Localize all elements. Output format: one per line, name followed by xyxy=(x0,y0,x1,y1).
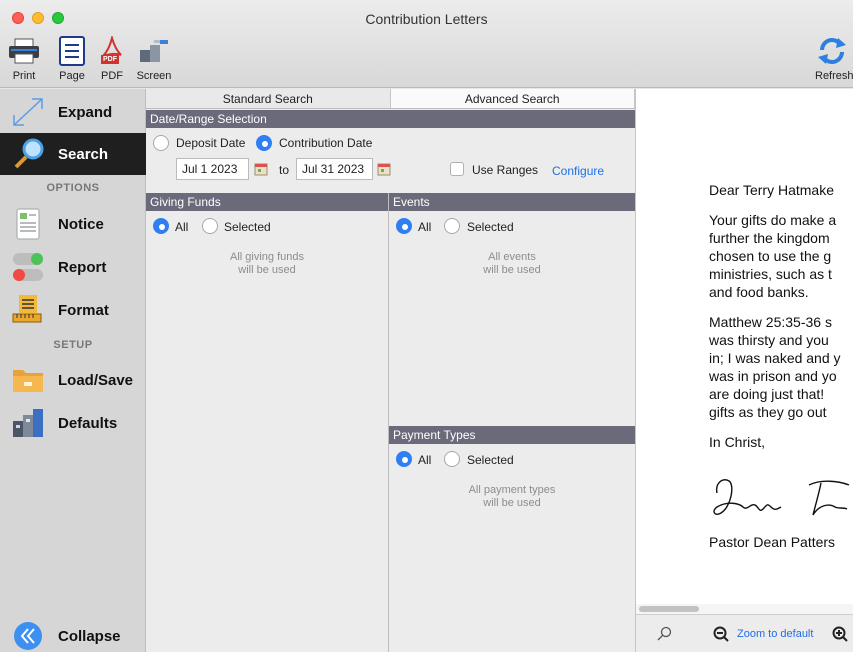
deposit-date-radio[interactable] xyxy=(153,135,169,151)
letter-body: Dear Terry Hatmake Your gifts do make a … xyxy=(709,181,853,563)
giving-funds-all-radio[interactable] xyxy=(153,218,169,234)
from-date-field[interactable]: Jul 1 2023 xyxy=(176,158,249,180)
window-titlebar: Contribution Letters Print Page PDF PDF … xyxy=(0,0,853,88)
preview-footer: Zoom to default xyxy=(636,614,853,652)
screen-icon xyxy=(137,36,171,66)
to-label: to xyxy=(279,163,290,177)
letter-paragraph-2: Matthew 25:35-36 s was thirsty and you i… xyxy=(709,314,841,420)
sidebar-item-report[interactable]: Report xyxy=(0,246,146,288)
to-calendar-icon[interactable] xyxy=(377,162,391,176)
letter-greeting: Dear Terry Hatmake xyxy=(709,182,835,198)
giving-funds-note: All giving funds will be used xyxy=(230,251,304,276)
signature-image xyxy=(709,463,853,523)
search-panel: Standard Search Advanced Search Date/Ran… xyxy=(146,89,635,652)
page-icon xyxy=(55,36,89,66)
payment-types-selected-radio[interactable] xyxy=(444,451,460,467)
events-note: All events will be used xyxy=(483,251,541,276)
window-title: Contribution Letters xyxy=(365,11,488,27)
contribution-date-radio[interactable] xyxy=(256,135,272,151)
letter-signer: Pastor Dean Patters xyxy=(709,534,836,550)
letter-paragraph-1: Your gifts do make a further the kingdom… xyxy=(709,212,837,300)
defaults-building-icon xyxy=(10,406,46,440)
sidebar-item-expand[interactable]: Expand xyxy=(0,91,146,133)
zoom-in-icon[interactable] xyxy=(832,626,848,642)
payment-types-note: All payment types will be used xyxy=(468,484,556,509)
pdf-badge: PDF xyxy=(101,55,119,64)
events-selected-label: Selected xyxy=(467,220,514,234)
sidebar-item-format[interactable]: Format xyxy=(0,289,146,331)
payment-types-all-label: All xyxy=(418,453,432,467)
page-button[interactable]: Page xyxy=(52,36,92,86)
payment-types-header: Payment Types xyxy=(389,426,635,444)
pdf-button[interactable]: PDF PDF xyxy=(94,36,130,86)
expand-arrows-icon xyxy=(10,95,46,129)
tab-standard-search[interactable]: Standard Search xyxy=(146,89,391,108)
giving-funds-all-label: All xyxy=(175,220,189,234)
zoom-to-default-link[interactable]: Zoom to default xyxy=(737,628,813,640)
pdf-icon: PDF xyxy=(95,36,129,66)
contribution-date-label: Contribution Date xyxy=(279,136,373,150)
sidebar-item-defaults[interactable]: Defaults xyxy=(0,402,146,444)
setup-heading: SETUP xyxy=(53,339,93,351)
search-tabs: Standard Search Advanced Search xyxy=(146,89,635,109)
refresh-icon xyxy=(815,36,849,66)
collapse-chevrons-icon xyxy=(10,619,46,652)
use-ranges-checkbox[interactable] xyxy=(450,162,464,176)
date-range-header: Date/Range Selection xyxy=(146,110,635,128)
events-header: Events xyxy=(389,193,635,211)
notice-document-icon xyxy=(10,207,46,241)
from-calendar-icon[interactable] xyxy=(254,162,268,176)
events-selected-radio[interactable] xyxy=(444,218,460,234)
configure-link[interactable]: Configure xyxy=(552,164,604,178)
scrollbar-thumb[interactable] xyxy=(639,606,699,612)
sidebar: Expand Search OPTIONS Notice Report Form… xyxy=(0,89,146,652)
sidebar-item-notice[interactable]: Notice xyxy=(0,203,146,245)
sidebar-item-load-save[interactable]: Load/Save xyxy=(0,359,146,401)
zoom-out-icon[interactable] xyxy=(713,626,729,642)
use-ranges-label: Use Ranges xyxy=(472,163,539,177)
sidebar-item-collapse[interactable]: Collapse xyxy=(0,616,146,652)
giving-funds-selected-radio[interactable] xyxy=(202,218,218,234)
format-ruler-icon xyxy=(10,293,46,327)
giving-funds-selected-label: Selected xyxy=(224,220,271,234)
printer-icon xyxy=(7,36,41,66)
toggle-switches-icon xyxy=(10,250,46,284)
print-button[interactable]: Print xyxy=(4,36,44,86)
events-all-label: All xyxy=(418,220,432,234)
deposit-date-label: Deposit Date xyxy=(176,136,246,150)
preview-search-icon[interactable] xyxy=(656,626,672,642)
to-date-field[interactable]: Jul 31 2023 xyxy=(296,158,373,180)
events-all-radio[interactable] xyxy=(396,218,412,234)
preview-horizontal-scrollbar[interactable] xyxy=(636,604,853,614)
magnifier-icon xyxy=(10,137,46,171)
tab-advanced-search[interactable]: Advanced Search xyxy=(390,89,635,108)
refresh-button[interactable]: Refresh xyxy=(809,36,853,86)
giving-funds-header: Giving Funds xyxy=(146,193,388,211)
payment-types-all-radio[interactable] xyxy=(396,451,412,467)
sidebar-item-search[interactable]: Search xyxy=(0,133,146,175)
screen-button[interactable]: Screen xyxy=(132,36,176,86)
options-heading: OPTIONS xyxy=(46,182,100,194)
letter-preview: Dear Terry Hatmake Your gifts do make a … xyxy=(635,89,853,652)
folder-icon xyxy=(10,363,46,397)
payment-types-selected-label: Selected xyxy=(467,453,514,467)
letter-closing: In Christ, xyxy=(709,434,766,450)
